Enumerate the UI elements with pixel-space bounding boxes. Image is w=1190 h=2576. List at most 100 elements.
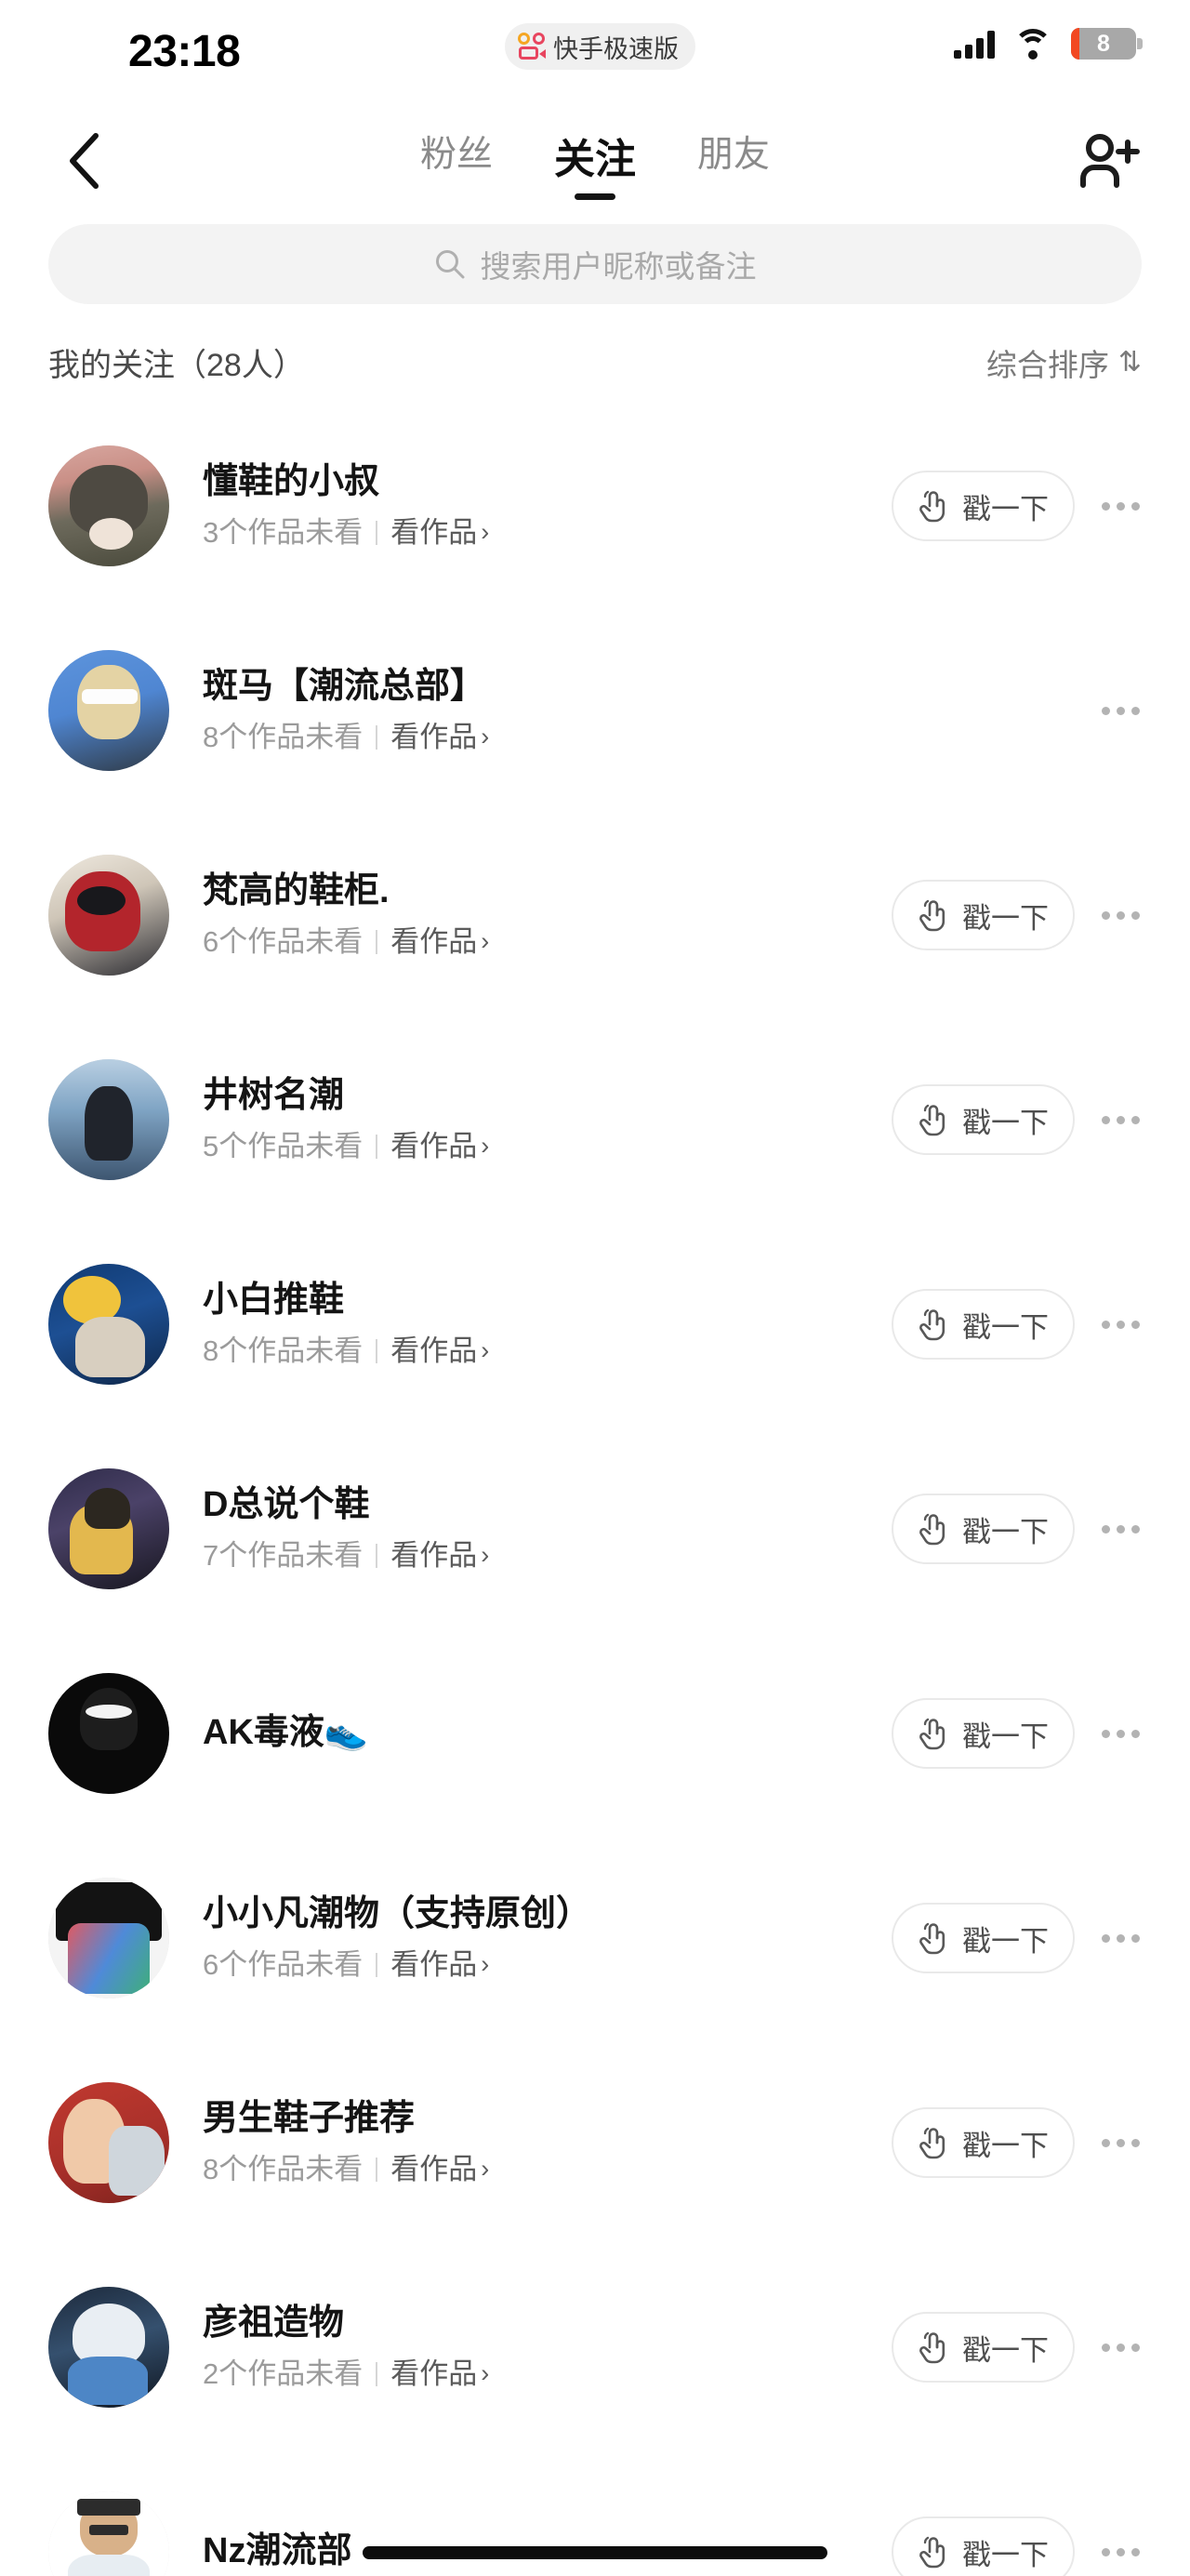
tab-fans[interactable]: 粉丝 (418, 118, 495, 194)
tab-following-label: 关注 (554, 137, 636, 182)
poke-button-label: 戳一下 (962, 2129, 1049, 2162)
poke-hand-icon (919, 2331, 945, 2364)
unseen-works-line: 7个作品未看 看作品 › (203, 1539, 892, 1573)
more-options-button[interactable] (1091, 682, 1149, 739)
view-works-label: 看作品 (390, 721, 478, 754)
poke-hand-icon (919, 2127, 945, 2159)
row-text-block: 梵高的鞋柜. 6个作品未看 看作品 › (169, 871, 892, 958)
poke-button[interactable]: 戳一下 (892, 2516, 1075, 2576)
view-works-link[interactable]: 看作品 › (390, 1539, 489, 1573)
following-row[interactable]: 斑马【潮流总部】 8个作品未看 看作品 › (0, 608, 1190, 813)
poke-button[interactable]: 戳一下 (892, 2312, 1075, 2383)
tab-active-underline (575, 193, 615, 200)
avatar-nanshengxiezituijian[interactable] (48, 2082, 169, 2203)
more-dots-icon (1101, 1524, 1110, 1534)
poke-button[interactable]: 戳一下 (892, 2107, 1075, 2178)
view-works-link[interactable]: 看作品 › (390, 2153, 489, 2186)
more-options-button[interactable] (1091, 1295, 1149, 1353)
unseen-works-line: 5个作品未看 看作品 › (203, 1130, 892, 1163)
user-nickname: 彦祖造物 (203, 2304, 345, 2344)
battery-icon: 8 (1071, 28, 1143, 60)
following-row[interactable]: 小白推鞋 8个作品未看 看作品 › 戳一下 (0, 1222, 1190, 1427)
poke-button[interactable]: 戳一下 (892, 1903, 1075, 1973)
poke-button-label: 戳一下 (962, 901, 1049, 935)
unseen-count-label: 8个作品未看 (203, 2153, 364, 2186)
view-works-label: 看作品 (390, 925, 478, 959)
following-row[interactable]: 小小凡潮物（支持原创） 6个作品未看 看作品 › 戳一下 (0, 1836, 1190, 2040)
row-actions: 戳一下 (892, 2516, 1149, 2576)
more-options-button[interactable] (1091, 1909, 1149, 1967)
user-nickname: 井树名潮 (203, 1076, 345, 1116)
search-placeholder: 搜索用户昵称或备注 (480, 249, 757, 284)
text-divider (376, 1134, 378, 1159)
poke-button[interactable]: 戳一下 (892, 1494, 1075, 1564)
user-nickname: 小白推鞋 (203, 1281, 345, 1321)
more-options-button[interactable] (1091, 2318, 1149, 2376)
avatar-yanzuzaowu[interactable] (48, 2287, 169, 2408)
view-works-label: 看作品 (390, 516, 478, 550)
row-actions: 戳一下 (892, 2107, 1149, 2178)
following-row[interactable]: AK毒液👟 戳一下 (0, 1631, 1190, 1836)
following-row[interactable]: 男生鞋子推荐 8个作品未看 看作品 › 戳一下 (0, 2040, 1190, 2245)
more-options-button[interactable] (1091, 886, 1149, 944)
poke-button-label: 戳一下 (962, 1924, 1049, 1958)
tab-following[interactable]: 关注 (552, 118, 638, 202)
avatar-banma[interactable] (48, 650, 169, 771)
view-works-link[interactable]: 看作品 › (390, 1130, 489, 1163)
row-text-block: 懂鞋的小叔 3个作品未看 看作品 › (169, 462, 892, 549)
view-works-link[interactable]: 看作品 › (390, 721, 489, 754)
more-options-button[interactable] (1091, 2523, 1149, 2576)
avatar-akduye[interactable] (48, 1673, 169, 1794)
text-divider (376, 724, 378, 750)
tab-friends[interactable]: 朋友 (695, 118, 772, 194)
sort-control[interactable]: 综合排序 ⇅ (986, 340, 1142, 385)
view-works-link[interactable]: 看作品 › (390, 1334, 489, 1368)
status-time: 23:18 (128, 27, 241, 76)
poke-button[interactable]: 戳一下 (892, 471, 1075, 541)
poke-button[interactable]: 戳一下 (892, 1084, 1075, 1155)
poke-button-placeholder (904, 675, 1075, 746)
add-friend-button[interactable] (1071, 124, 1149, 198)
row-actions: 戳一下 (892, 880, 1149, 950)
following-row[interactable]: 梵高的鞋柜. 6个作品未看 看作品 › 戳一下 (0, 813, 1190, 1017)
section-header: 我的关注（28人） 综合排序 ⇅ (0, 304, 1190, 404)
avatar-nzchaoliubu[interactable] (48, 2491, 169, 2576)
poke-button-label: 戳一下 (962, 2333, 1049, 2367)
view-works-link[interactable]: 看作品 › (390, 1948, 489, 1982)
more-options-button[interactable] (1091, 1500, 1149, 1558)
view-works-label: 看作品 (390, 1334, 478, 1368)
more-options-button[interactable] (1091, 1705, 1149, 1762)
poke-hand-icon (919, 490, 945, 523)
avatar-fangaodexiegui[interactable] (48, 855, 169, 976)
view-works-link[interactable]: 看作品 › (390, 2357, 489, 2391)
cellular-signal-icon (954, 29, 995, 59)
poke-button[interactable]: 戳一下 (892, 880, 1075, 950)
chevron-right-icon: › (481, 1132, 490, 1161)
following-row[interactable]: 彦祖造物 2个作品未看 看作品 › 戳一下 (0, 2245, 1190, 2450)
following-row[interactable]: 懂鞋的小叔 3个作品未看 看作品 › 戳一下 (0, 404, 1190, 608)
view-works-link[interactable]: 看作品 › (390, 516, 489, 550)
more-dots-icon (1101, 1729, 1110, 1738)
poke-button[interactable]: 戳一下 (892, 1698, 1075, 1769)
poke-hand-icon (919, 1308, 945, 1341)
avatar-dongxiedexiaoshu[interactable] (48, 445, 169, 566)
view-works-label: 看作品 (390, 2357, 478, 2391)
avatar-xiaoxiaofanchaowu[interactable] (48, 1878, 169, 1998)
view-works-link[interactable]: 看作品 › (390, 925, 489, 959)
following-row[interactable]: D总说个鞋 7个作品未看 看作品 › 戳一下 (0, 1427, 1190, 1631)
chevron-right-icon: › (481, 927, 490, 956)
avatar-xiaobaituixie[interactable] (48, 1264, 169, 1385)
page-title: 我的关注（28人） (48, 348, 305, 383)
more-options-button[interactable] (1091, 1091, 1149, 1149)
poke-button[interactable]: 戳一下 (892, 1289, 1075, 1360)
tab-fans-label: 粉丝 (419, 135, 493, 175)
avatar-dzongshuogexie[interactable] (48, 1468, 169, 1589)
more-dots-icon (1101, 1115, 1110, 1124)
avatar-jingshumingchao[interactable] (48, 1059, 169, 1180)
search-input[interactable]: 搜索用户昵称或备注 (48, 224, 1142, 304)
following-row[interactable]: 井树名潮 5个作品未看 看作品 › 戳一下 (0, 1017, 1190, 1222)
text-divider (376, 1952, 378, 1977)
user-nickname: 懂鞋的小叔 (203, 462, 380, 502)
more-options-button[interactable] (1091, 2114, 1149, 2171)
more-options-button[interactable] (1091, 477, 1149, 535)
